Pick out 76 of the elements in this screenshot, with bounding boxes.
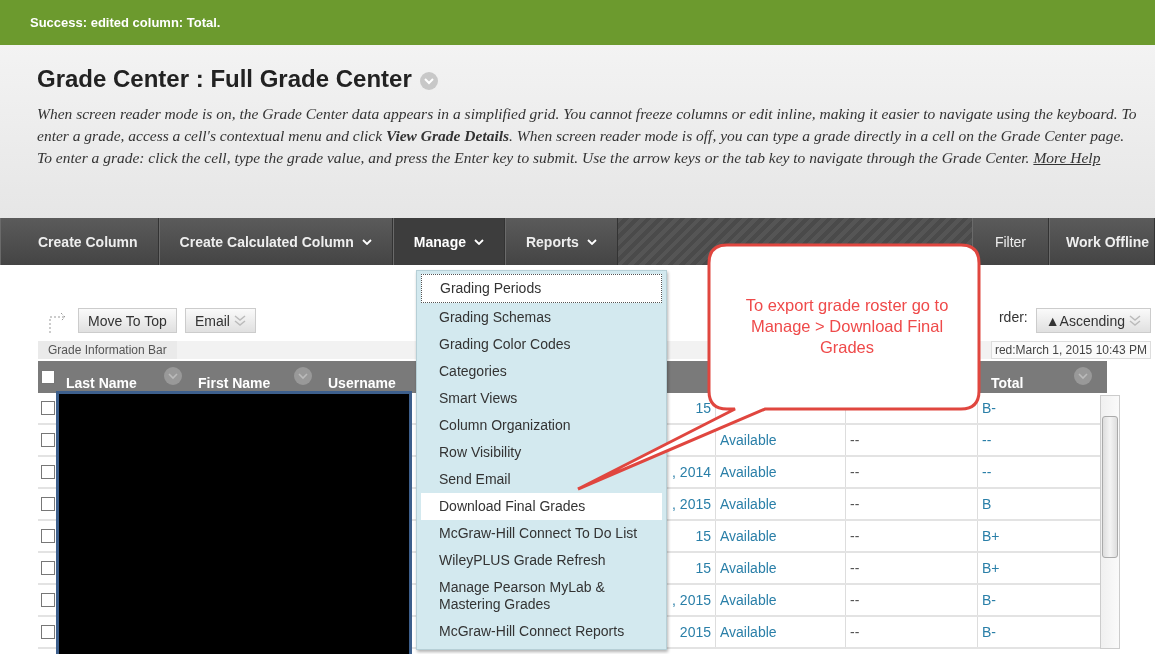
- callout-text: To export grade roster go to Manage > Download Final Grades: [744, 295, 950, 358]
- sort-order-button[interactable]: ▲Ascending: [1035, 308, 1151, 333]
- menu-item[interactable]: Send Email: [421, 466, 662, 493]
- toolbar-button[interactable]: Create Column: [0, 218, 159, 265]
- action-button[interactable]: Email: [184, 308, 256, 333]
- table-cell: --: [850, 528, 860, 544]
- column-header[interactable]: Username: [328, 375, 396, 391]
- table-cell: , 2015: [672, 496, 711, 512]
- table-cell[interactable]: --: [982, 432, 992, 448]
- table-cell: --: [850, 624, 860, 640]
- scrollbar[interactable]: [1100, 395, 1120, 649]
- toolbar-button[interactable]: Reports: [504, 218, 618, 265]
- table-cell[interactable]: B+: [982, 560, 1000, 576]
- table-cell: --: [850, 592, 860, 608]
- table-cell: 15: [695, 400, 711, 416]
- table-cell: --: [850, 496, 860, 512]
- double-chevron-icon: [1129, 314, 1141, 327]
- column-header[interactable]: Last Name: [66, 375, 137, 391]
- menu-item[interactable]: Download Final Grades: [421, 493, 662, 520]
- menu-item[interactable]: WileyPLUS Grade Refresh: [421, 547, 662, 574]
- help-paragraph: When screen reader mode is on, the Grade Center data appears in a simplified grid. You cannot freeze columns or edit inline, making it easier to navigate using the keyboard. To enter a grade, access a cell's contextual menu and click View Grade Details. When screen reader mode is off, you can type a grade directly in a cell on the Grade Center page. To enter a grade: click the cell, type the grade value, and press the Enter key to submit. Use the arrow keys or the tab key to navigate through the Grade Center. More Help: [37, 104, 1138, 168]
- row-checkbox[interactable]: [41, 593, 55, 607]
- menu-item[interactable]: Smart Views: [421, 385, 662, 412]
- row-checkbox[interactable]: [41, 497, 55, 511]
- menu-item[interactable]: Manage Pearson MyLab & Mastering Grades: [421, 574, 662, 618]
- chevron-down-icon[interactable]: [164, 367, 182, 385]
- table-cell: Available: [720, 496, 777, 512]
- table-cell: Available: [720, 432, 777, 448]
- more-help-link[interactable]: More Help: [1033, 149, 1101, 166]
- menu-item[interactable]: Grading Color Codes: [421, 331, 662, 358]
- row-checkbox[interactable]: [41, 401, 55, 415]
- table-cell: 2015: [679, 624, 711, 640]
- chevron-down-icon[interactable]: [1074, 367, 1092, 385]
- table-cell[interactable]: B-: [982, 592, 996, 608]
- table-cell[interactable]: B-: [982, 400, 996, 416]
- select-all-checkbox[interactable]: [41, 370, 55, 384]
- table-cell[interactable]: B+: [982, 528, 1000, 544]
- menu-item[interactable]: Grading Periods: [421, 274, 662, 303]
- row-checkbox[interactable]: [41, 625, 55, 639]
- menu-item[interactable]: Grading Schemas: [421, 304, 662, 331]
- table-cell: --: [850, 560, 860, 576]
- success-message: Success: edited column: Total.: [30, 15, 221, 30]
- table-cell[interactable]: --: [982, 464, 992, 480]
- table-cell: Available: [720, 528, 777, 544]
- row-checkbox[interactable]: [41, 529, 55, 543]
- table-cell: Available: [720, 560, 777, 576]
- menu-item[interactable]: McGraw-Hill Connect Reports: [421, 618, 662, 645]
- chevron-down-icon[interactable]: [294, 367, 312, 385]
- table-cell: Available: [720, 592, 777, 608]
- action-button[interactable]: Move To Top: [78, 308, 177, 333]
- column-header[interactable]: First Name: [198, 375, 271, 391]
- table-cell[interactable]: B-: [982, 624, 996, 640]
- table-cell: , 2014: [672, 464, 711, 480]
- info-bar-tab[interactable]: Grade Information Bar: [38, 341, 177, 359]
- table-cell: 15: [695, 528, 711, 544]
- row-checkbox[interactable]: [41, 433, 55, 447]
- table-cell: --: [850, 432, 860, 448]
- column-header[interactable]: Total: [991, 375, 1024, 391]
- table-cell: 15: [695, 560, 711, 576]
- sort-order-label: rder:: [998, 309, 1028, 325]
- table-cell[interactable]: B: [982, 496, 992, 512]
- table-cell: Available: [720, 464, 777, 480]
- page-title: Grade Center : Full Grade Center: [37, 65, 412, 93]
- row-checkbox[interactable]: [41, 465, 55, 479]
- table-cell: --: [850, 464, 860, 480]
- table-cell: , 2015: [672, 592, 711, 608]
- menu-item[interactable]: Categories: [421, 358, 662, 385]
- toolbar-button[interactable]: Manage: [392, 218, 505, 265]
- menu-item[interactable]: McGraw-Hill Connect To Do List: [421, 520, 662, 547]
- last-saved-text: red:March 1, 2015 10:43 PM: [990, 341, 1151, 359]
- table-cell: Available: [720, 624, 777, 640]
- menu-item[interactable]: Row Visibility: [421, 439, 662, 466]
- toolbar-button[interactable]: Work Offline: [1049, 218, 1155, 265]
- menu-item[interactable]: Column Organization: [421, 412, 662, 439]
- toolbar-button[interactable]: Create Calculated Column: [158, 218, 393, 265]
- row-checkbox[interactable]: [41, 561, 55, 575]
